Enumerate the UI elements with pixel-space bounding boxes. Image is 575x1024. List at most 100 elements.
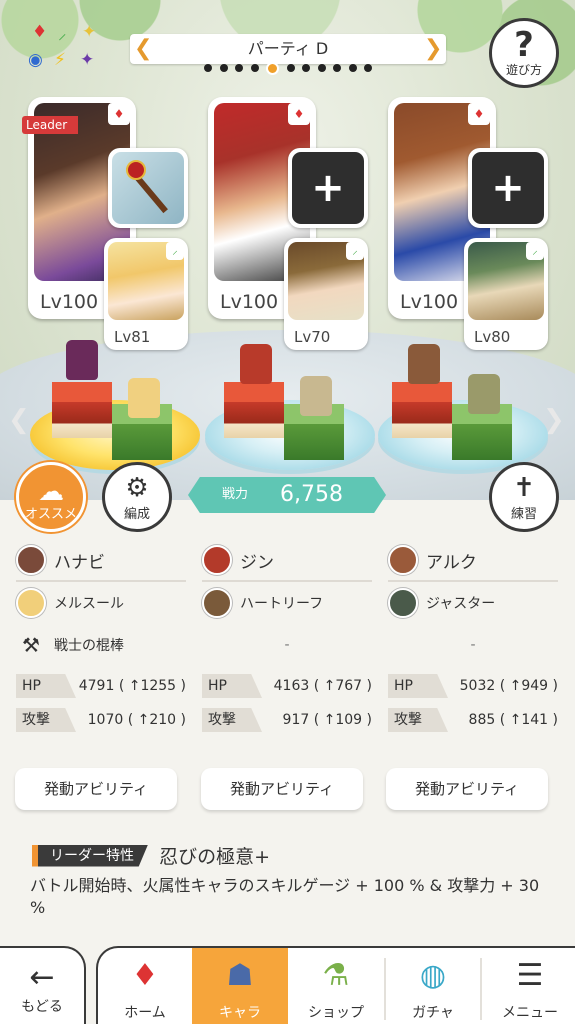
equipment-row[interactable]: ⚒ 戦士の棍棒 <box>16 624 186 666</box>
main-level: Lv100 <box>400 291 459 313</box>
attack-value: 1070 ( ↑210 ) <box>87 712 186 728</box>
attack-label: 攻撃 <box>388 708 448 732</box>
page-dot[interactable] <box>235 64 243 72</box>
sub-character-row[interactable]: ジャスター <box>388 582 558 624</box>
hp-value: 4791 ( ↑1255 ) <box>78 678 186 694</box>
club-weapon-icon: ⚒ <box>22 633 40 657</box>
power-display: 戦力 6,758 <box>188 477 386 513</box>
nav-chara[interactable]: ☗ キャラ <box>192 948 288 1024</box>
attack-stat: 攻撃 885 ( ↑141 ) <box>388 708 558 734</box>
nav-gacha[interactable]: ◍ ガチャ <box>386 948 480 1024</box>
sub-character-row[interactable]: メルスール <box>16 582 186 624</box>
main-character-row[interactable]: ハナビ <box>16 540 186 582</box>
main-level: Lv100 <box>40 291 99 313</box>
fire-block <box>52 382 112 438</box>
page-dot[interactable] <box>219 64 228 72</box>
fire-element-icon: ♦ <box>32 22 48 42</box>
leader-badge: Leader <box>22 116 78 134</box>
practice-label: 練習 <box>510 507 537 522</box>
sub-character-card-2[interactable]: ⸝ Lv70 <box>284 238 368 350</box>
page-dot[interactable] <box>348 64 357 72</box>
main-character-row[interactable]: アルク <box>388 540 558 582</box>
hp-label: HP <box>16 674 76 698</box>
thunder-element-icon: ⚡ <box>54 50 66 70</box>
training-dummy-icon: ✝ <box>513 473 535 503</box>
empty-weapon-shield-icon: + <box>472 152 544 224</box>
sub-level: Lv81 <box>114 328 151 346</box>
shop-icon: ⚗ <box>322 958 350 993</box>
fire-block <box>224 382 284 438</box>
attack-label: 攻撃 <box>202 708 262 732</box>
equipment-name: - <box>284 637 290 653</box>
back-label: もどる <box>21 999 63 1015</box>
equipment-row[interactable]: - <box>388 624 558 666</box>
character-sprite <box>408 344 440 384</box>
weapon-slot-3[interactable]: + <box>468 148 548 228</box>
recommend-button[interactable]: ☁ オススメ <box>16 462 86 532</box>
sub-character-row[interactable]: ハートリーフ <box>202 582 372 624</box>
help-button[interactable]: ? 遊び方 <box>489 18 559 88</box>
page-dot[interactable] <box>250 64 259 72</box>
nav-menu-label: メニュー <box>502 1005 558 1021</box>
member-info-column-1: ハナビ メルスール ⚒ 戦士の棍棒 HP 4791 ( ↑1255 ) 攻撃 1… <box>16 540 186 734</box>
fire-element-icon: ♦ <box>288 103 310 125</box>
nav-shop[interactable]: ⚗ ショップ <box>288 948 384 1024</box>
nav-shop-label: ショップ <box>308 1005 364 1021</box>
character-sprite <box>128 378 160 418</box>
hp-stat: HP 4791 ( ↑1255 ) <box>16 674 186 700</box>
element-icons[interactable]: ♦ ⸝ ✦ ◉ ⚡ ✦ <box>24 24 102 76</box>
page-dot[interactable] <box>333 64 341 72</box>
sub-character-card-3[interactable]: ⸝ Lv80 <box>464 238 548 350</box>
character-icon: ☗ <box>226 958 254 993</box>
page-dot[interactable] <box>204 64 212 72</box>
sub-level: Lv70 <box>294 328 331 346</box>
nav-menu[interactable]: ☰ メニュー <box>482 948 575 1024</box>
avatar <box>16 588 46 618</box>
page-dot[interactable] <box>317 64 326 72</box>
add-icon: + <box>311 165 345 211</box>
page-dot[interactable] <box>364 64 372 72</box>
bottom-navigation: ← もどる ♦ ホーム ☗ キャラ ⚗ ショップ ◍ ガチャ ☰ メニュー <box>0 944 575 1024</box>
page-dot[interactable] <box>286 64 295 72</box>
party-selector: ❮ パーティ D ❯ <box>130 34 446 64</box>
sub-character-name: メルスール <box>54 596 124 612</box>
member-info-column-2: ジン ハートリーフ - HP 4163 ( ↑767 ) 攻撃 917 ( ↑1… <box>202 540 372 734</box>
party-page-dots[interactable] <box>204 61 372 75</box>
nav-chara-label: キャラ <box>219 1005 261 1021</box>
fire-element-icon: ♦ <box>468 103 490 125</box>
weapon-slot-2[interactable]: + <box>288 148 368 228</box>
empty-weapon-shield-icon: + <box>292 152 364 224</box>
ability-button-1[interactable]: 発動アビリティ <box>15 768 177 810</box>
wind-element-icon: ⸝ <box>58 24 67 44</box>
hp-label: HP <box>388 674 448 698</box>
page-dot[interactable] <box>302 64 310 72</box>
menu-list-icon: ☰ <box>516 958 544 993</box>
left-arrow-icon[interactable]: ❮ <box>8 405 30 435</box>
main-level: Lv100 <box>220 291 279 313</box>
nav-home[interactable]: ♦ ホーム <box>98 948 192 1024</box>
equipment-row[interactable]: - <box>202 624 372 666</box>
help-label: 遊び方 <box>505 63 542 77</box>
power-value: 6,758 <box>280 482 343 507</box>
avatar <box>16 545 46 575</box>
leader-skill-description: バトル開始時、火属性キャラのスキルゲージ + 100 % & 攻撃力 + 30 … <box>30 876 540 917</box>
back-button[interactable]: ← もどる <box>0 946 86 1024</box>
formation-label: 編成 <box>123 507 150 522</box>
weapon-slot-1[interactable] <box>108 148 188 228</box>
character-sprite <box>468 374 500 414</box>
sub-character-card-1[interactable]: ⸝ Lv81 <box>104 238 188 350</box>
prev-party-arrow-icon[interactable]: ❮ <box>134 34 152 64</box>
attack-value: 885 ( ↑141 ) <box>468 712 558 728</box>
page-dot-active[interactable] <box>266 61 279 75</box>
avatar <box>388 545 418 575</box>
main-character-row[interactable]: ジン <box>202 540 372 582</box>
practice-button[interactable]: ✝ 練習 <box>489 462 559 532</box>
ability-button-2[interactable]: 発動アビリティ <box>201 768 363 810</box>
ability-button-3[interactable]: 発動アビリティ <box>386 768 548 810</box>
next-party-arrow-icon[interactable]: ❯ <box>424 34 442 64</box>
formation-button[interactable]: ⚙ 編成 <box>102 462 172 532</box>
avatar <box>202 545 232 575</box>
party-title: パーティ D <box>247 39 329 58</box>
equipment-name: - <box>470 637 476 653</box>
leader-skill: リーダー特性 忍びの極意+ バトル開始時、火属性キャラのスキルゲージ + 100… <box>30 842 552 919</box>
